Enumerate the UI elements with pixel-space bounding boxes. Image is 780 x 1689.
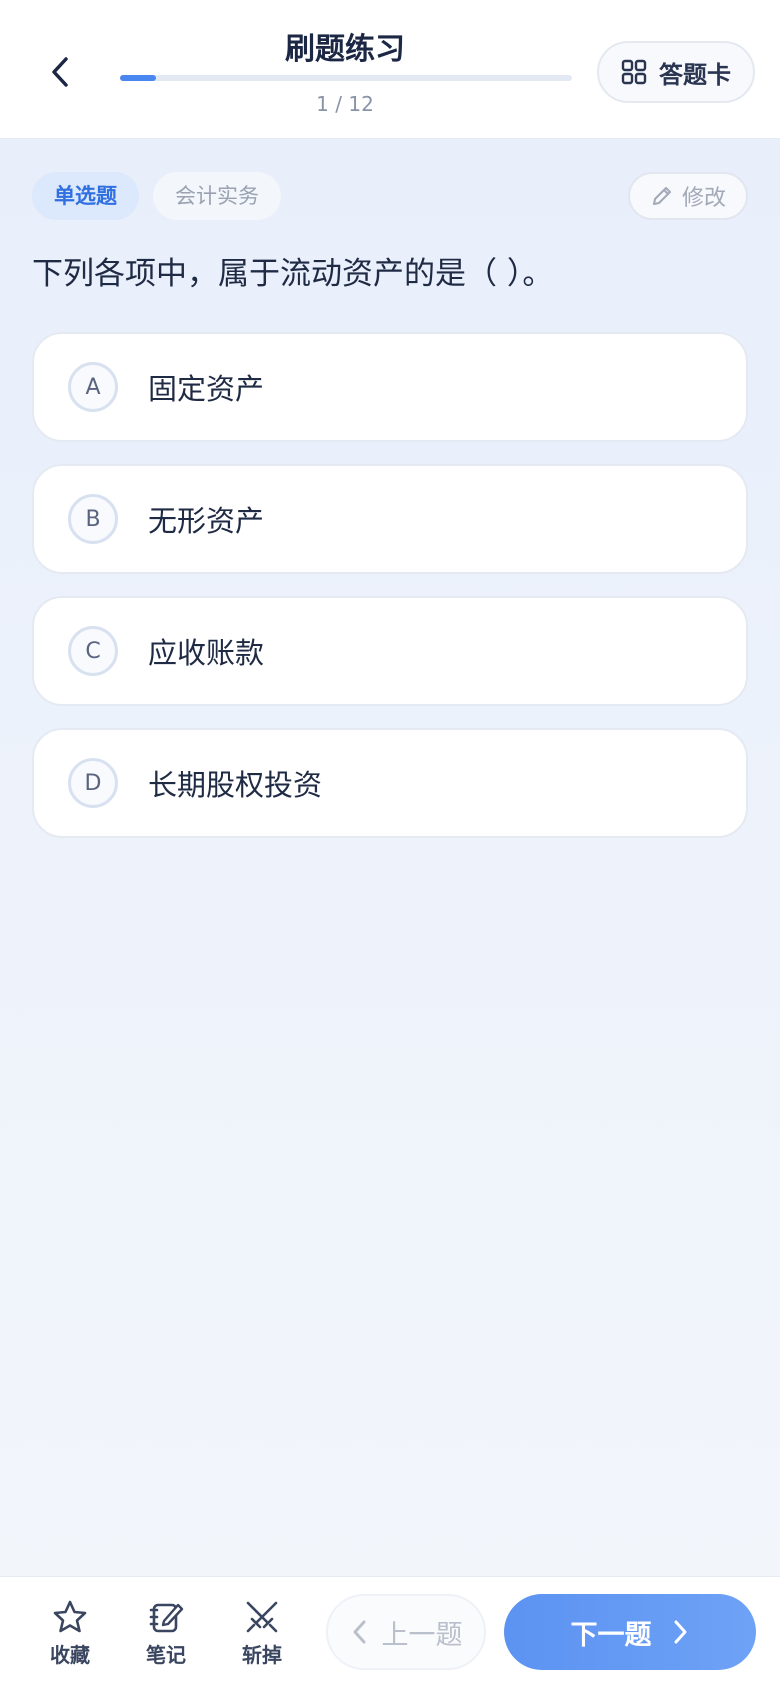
prev-question-label: 上一题 — [381, 1619, 463, 1651]
chevron-right-icon — [674, 1620, 686, 1644]
answer-card-button[interactable]: 答题卡 — [597, 41, 755, 103]
top-bar: 刷题练习 1 / 12 答题卡 — [0, 0, 780, 138]
favorite-button[interactable]: 收藏 — [30, 1599, 110, 1668]
progress-fill — [120, 75, 157, 81]
question-type-tag: 单选题 — [32, 172, 139, 220]
progress-bar — [120, 75, 572, 81]
note-button[interactable]: 笔记 — [126, 1599, 206, 1668]
question-tags: 单选题 会计实务 — [32, 172, 281, 220]
star-icon — [53, 1600, 87, 1633]
option-letter: C — [68, 626, 118, 676]
chevron-left-icon — [353, 1620, 365, 1644]
remove-button[interactable]: 斩掉 — [222, 1599, 302, 1668]
answer-card-label: 答题卡 — [659, 60, 731, 89]
edit-label: 修改 — [681, 186, 726, 211]
option-text: 无形资产 — [148, 504, 265, 538]
option-c[interactable]: C 应收账款 — [32, 596, 748, 706]
option-text: 应收账款 — [148, 636, 265, 670]
option-d[interactable]: D 长期股权投资 — [32, 728, 748, 838]
option-text: 固定资产 — [148, 372, 265, 406]
option-a[interactable]: A 固定资产 — [32, 332, 748, 442]
option-letter: B — [68, 494, 118, 544]
grid-icon — [621, 59, 647, 85]
pencil-icon — [652, 187, 671, 205]
bottom-toolbar: 收藏 笔记 斩掉 上一题 下一题 — [0, 1576, 780, 1689]
question-text: 下列各项中，属于流动资产的是（ ）。 — [32, 256, 554, 292]
next-question-label: 下一题 — [570, 1619, 652, 1651]
option-b[interactable]: B 无形资产 — [32, 464, 748, 574]
swords-icon — [246, 1601, 278, 1633]
prev-question-button[interactable]: 上一题 — [326, 1594, 486, 1670]
page-title: 刷题练习 — [285, 32, 405, 67]
option-text: 长期股权投资 — [148, 768, 323, 802]
option-letter: D — [68, 758, 118, 808]
note-label: 笔记 — [146, 1643, 186, 1667]
edit-button[interactable]: 修改 — [628, 172, 748, 220]
next-question-button[interactable]: 下一题 — [504, 1594, 756, 1670]
notebook-icon — [149, 1603, 184, 1633]
option-letter: A — [68, 362, 118, 412]
progress-text: 1 / 12 — [316, 92, 374, 116]
favorite-label: 收藏 — [50, 1643, 90, 1667]
subject-tag: 会计实务 — [153, 172, 281, 220]
options-list: A 固定资产 B 无形资产 C 应收账款 D 长期股权投资 — [32, 332, 748, 860]
remove-label: 斩掉 — [242, 1643, 282, 1667]
